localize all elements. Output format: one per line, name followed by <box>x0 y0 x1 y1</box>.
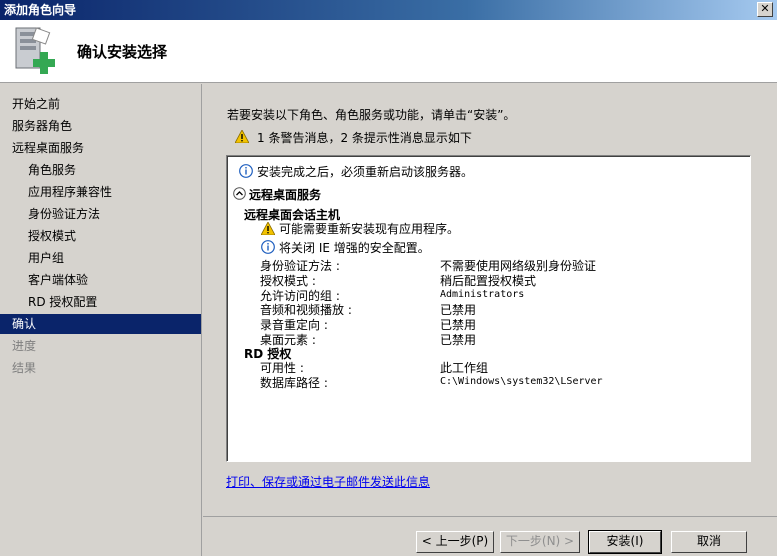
cancel-button[interactable]: 取消 <box>671 531 747 553</box>
window-titlebar: 添加角色向导 ✕ <box>0 0 777 20</box>
intro-text: 若要安装以下角色、角色服务或功能，请单击“安装”。 <box>227 108 516 122</box>
page-title: 确认安装选择 <box>77 43 168 61</box>
print-save-email-link[interactable]: 打印、保存或通过电子邮件发送此信息 <box>226 473 430 490</box>
restart-notice: 安装完成之后，必须重新启动该服务器。 <box>257 165 474 179</box>
ie-esc-notice: 将关闭 IE 增强的安全配置。 <box>279 241 430 255</box>
warning-icon <box>261 222 275 235</box>
close-icon: ✕ <box>760 2 770 15</box>
warning-icon <box>235 130 249 143</box>
step-progress: 进度 <box>12 339 37 353</box>
step-results: 结果 <box>12 361 37 375</box>
next-button: 下一步(N) > <box>500 531 580 553</box>
previous-button[interactable]: < 上一步(P) <box>416 531 494 553</box>
main-content: 若要安装以下角色、角色服务或功能，请单击“安装”。 1 条警告消息，2 条提示性… <box>203 84 777 516</box>
step-rd-licensing-config[interactable]: RD 授权配置 <box>0 292 201 312</box>
detail-value: 稍后配置授权模式 <box>440 274 537 288</box>
detail-value: C:\Windows\system32\LServer <box>440 376 603 387</box>
reinstall-warning: 可能需要重新安装现有应用程序。 <box>279 222 460 236</box>
detail-value: 此工作组 <box>440 361 489 375</box>
confirmation-details-box: 安装完成之后，必须重新启动该服务器。 远程桌面服务 远程桌面会话主机 可能需要重… <box>226 155 751 462</box>
close-button[interactable]: ✕ <box>757 2 773 17</box>
window-title: 添加角色向导 <box>4 3 77 17</box>
step-licensing-mode[interactable]: 授权模式 <box>0 226 201 246</box>
warning-summary: 1 条警告消息，2 条提示性消息显示如下 <box>235 129 472 146</box>
step-app-compat[interactable]: 应用程序兼容性 <box>0 182 201 202</box>
wizard-footer: < 上一步(P) 下一步(N) > 安装(I) 取消 <box>203 516 777 556</box>
info-icon <box>261 240 275 254</box>
step-remote-desktop-services[interactable]: 远程桌面服务 <box>0 138 201 158</box>
wizard-steps-sidebar: 开始之前 服务器角色 远程桌面服务 角色服务 应用程序兼容性 身份验证方法 授权… <box>0 84 202 556</box>
section-remote-desktop-services: 远程桌面服务 <box>249 188 322 202</box>
step-before-you-begin[interactable]: 开始之前 <box>0 94 201 114</box>
collapse-chevron-icon[interactable] <box>233 187 246 200</box>
info-icon <box>239 164 253 178</box>
server-add-role-icon <box>15 27 55 74</box>
detail-key: 数据库路径 : <box>260 376 328 390</box>
step-user-groups[interactable]: 用户组 <box>0 248 201 268</box>
warning-summary-text: 1 条警告消息，2 条提示性消息显示如下 <box>257 131 472 145</box>
wizard-header: 确认安装选择 <box>0 20 777 83</box>
step-role-services[interactable]: 角色服务 <box>0 160 201 180</box>
step-auth-method[interactable]: 身份验证方法 <box>0 204 201 224</box>
detail-value: Administrators <box>440 289 525 300</box>
install-button[interactable]: 安装(I) <box>588 530 662 554</box>
step-confirmation[interactable]: 确认 <box>0 314 201 334</box>
step-server-roles[interactable]: 服务器角色 <box>0 116 201 136</box>
detail-value: 已禁用 <box>440 333 477 347</box>
step-client-experience[interactable]: 客户端体验 <box>0 270 201 290</box>
